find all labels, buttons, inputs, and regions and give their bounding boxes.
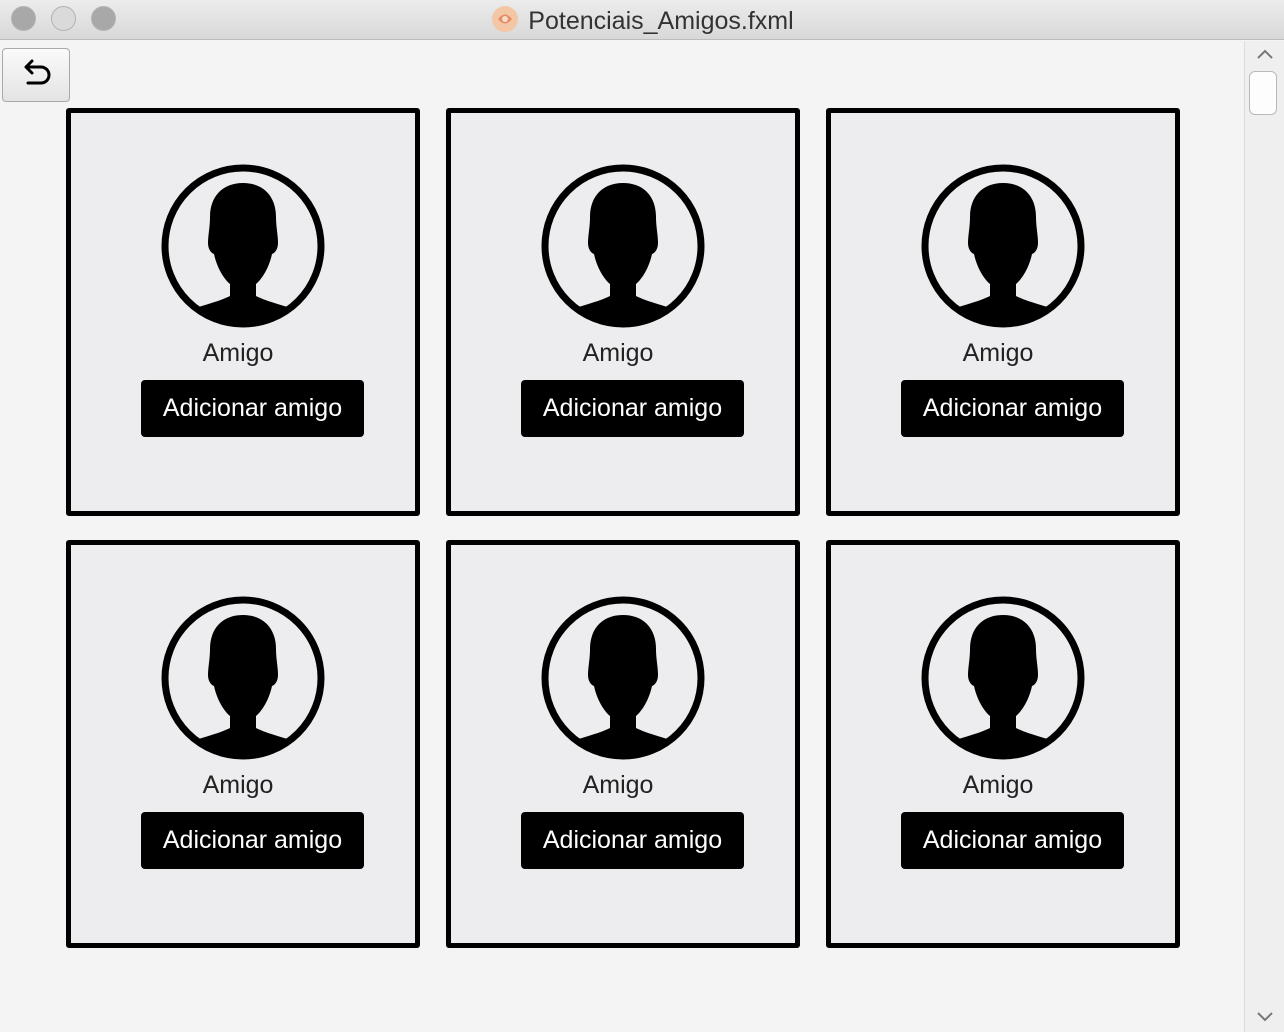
- add-friend-button[interactable]: Adicionar amigo: [521, 380, 744, 437]
- add-friend-button[interactable]: Adicionar amigo: [141, 380, 364, 437]
- window-titlebar: Potenciais_Amigos.fxml: [0, 0, 1284, 40]
- friend-name: Amigo: [582, 339, 654, 367]
- back-button[interactable]: [2, 48, 70, 102]
- user-avatar-icon: [921, 164, 1085, 328]
- chevron-down-icon[interactable]: [1255, 1010, 1275, 1024]
- user-avatar-icon: [161, 596, 325, 760]
- friend-name: Amigo: [962, 771, 1034, 799]
- add-friend-button[interactable]: Adicionar amigo: [901, 812, 1124, 869]
- add-friend-button[interactable]: Adicionar amigo: [521, 812, 744, 869]
- window-title: Potenciais_Amigos.fxml: [528, 7, 794, 35]
- friend-card: Amigo Adicionar amigo: [446, 540, 800, 948]
- window-title-area: Potenciais_Amigos.fxml: [0, 4, 1284, 36]
- user-avatar-icon: [921, 596, 1085, 760]
- vertical-scrollbar[interactable]: [1244, 41, 1284, 1032]
- friend-card: Amigo Adicionar amigo: [446, 108, 800, 516]
- user-avatar-icon: [161, 164, 325, 328]
- friend-name: Amigo: [202, 771, 274, 799]
- java-app-icon: [492, 6, 519, 32]
- friend-card: Amigo Adicionar amigo: [66, 540, 420, 948]
- user-avatar-icon: [541, 164, 705, 328]
- user-avatar-icon: [541, 596, 705, 760]
- friend-card: Amigo Adicionar amigo: [66, 108, 420, 516]
- friend-name: Amigo: [202, 339, 274, 367]
- scrollbar-thumb[interactable]: [1249, 71, 1277, 115]
- add-friend-button[interactable]: Adicionar amigo: [141, 812, 364, 869]
- friend-card: Amigo Adicionar amigo: [826, 540, 1180, 948]
- undo-arrow-icon: [24, 59, 51, 85]
- chevron-up-icon[interactable]: [1255, 47, 1275, 61]
- friend-name: Amigo: [962, 339, 1034, 367]
- friend-card: Amigo Adicionar amigo: [826, 108, 1180, 516]
- add-friend-button[interactable]: Adicionar amigo: [901, 380, 1124, 437]
- friend-name: Amigo: [582, 771, 654, 799]
- friend-suggestions-grid: Amigo Adicionar amigo Amigo Adicionar am…: [66, 108, 1180, 948]
